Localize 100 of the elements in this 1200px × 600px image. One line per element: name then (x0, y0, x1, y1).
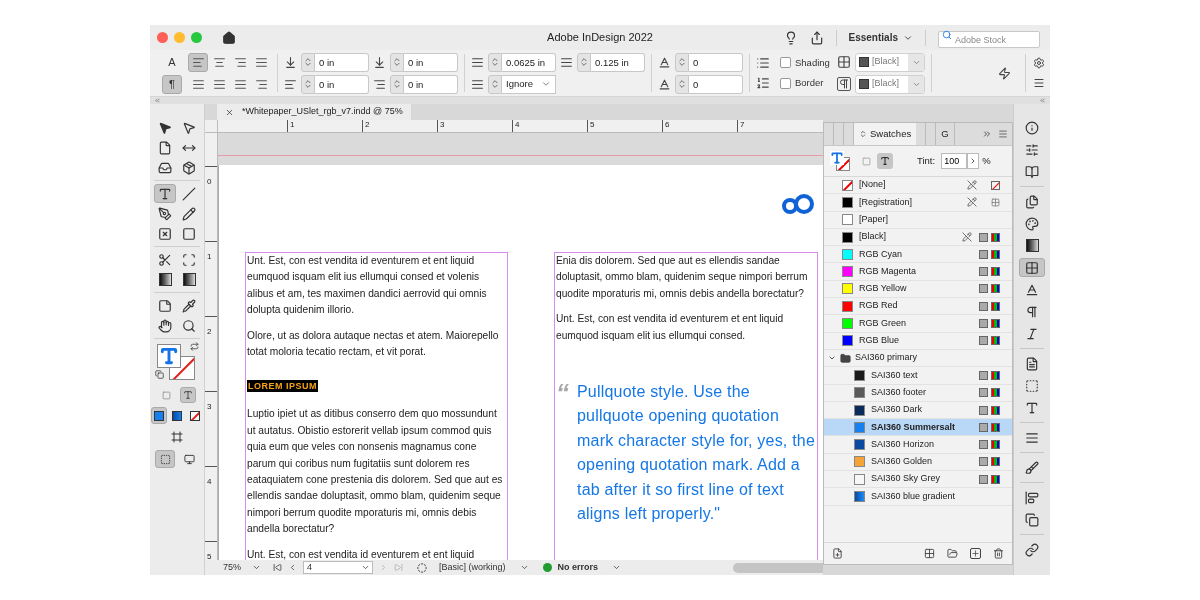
swatch-row[interactable]: SAI360 Golden (824, 453, 1012, 472)
align-button[interactable] (188, 52, 208, 72)
stepper-button[interactable] (488, 74, 502, 94)
swatch-row[interactable]: SAI360 blue gradient (824, 488, 1012, 506)
swatch-row[interactable]: [Black] (824, 228, 1012, 247)
stepper-button[interactable] (488, 52, 502, 72)
none-icon (991, 180, 1000, 190)
body-paragraph: Unt. Est, con est vendita id eventurem et ent liquid eumquod isquam elit ius ellumqui consed et volenis alibus et am, tes maximen dandici aerrovid qui omnis dolupta quidenim illorio. (247, 254, 488, 318)
preflight-icon[interactable] (417, 562, 427, 573)
drop-cap-lines-field[interactable]: 0 (689, 52, 743, 72)
checkbox[interactable] (780, 57, 791, 69)
swatch-row[interactable]: RGB Cyan (824, 246, 1012, 264)
gradient-icon (172, 410, 182, 421)
eyedropper-icon (182, 298, 196, 313)
close-window-button[interactable] (157, 32, 168, 43)
quick-apply-icon[interactable] (998, 66, 1011, 80)
home-icon[interactable] (222, 30, 236, 45)
workspace-dropdown[interactable]: Essentials (848, 30, 913, 45)
swatch-row[interactable]: SAI360 Sky Grey (824, 471, 1012, 489)
mode-toggle[interactable]: A (162, 52, 182, 72)
swatch-row[interactable]: [Registration] (824, 194, 1012, 212)
swatch-row[interactable]: [Paper] (824, 211, 1012, 229)
show-swatches-icon[interactable] (924, 548, 935, 559)
rgb-icon (991, 267, 1000, 277)
stepper-button[interactable] (301, 74, 315, 94)
preflight-profile-dropdown[interactable]: [Basic] (working) (439, 560, 529, 575)
search-field[interactable]: Adobe Stock (938, 31, 1040, 48)
swap-icon[interactable] (190, 342, 199, 351)
type-tool[interactable] (154, 184, 176, 203)
first-page-icon[interactable] (273, 563, 282, 572)
screen-mode-icon (183, 453, 195, 465)
stepper-button[interactable] (390, 52, 404, 72)
swatch-row[interactable]: SAI360 footer (824, 384, 1012, 402)
stepper-button[interactable] (675, 52, 689, 72)
none-icon (190, 410, 200, 421)
swatch-row[interactable]: SAI360 Summersalt (824, 419, 1012, 437)
default-colors-icon[interactable] (155, 370, 164, 379)
swatch-row[interactable]: [None] (824, 177, 1012, 195)
swatch-row[interactable]: SAI360 text (824, 367, 1012, 385)
previous-page-icon[interactable] (288, 563, 297, 572)
frame-icon[interactable] (171, 431, 183, 443)
page-dropdown[interactable]: 4 (303, 561, 373, 574)
color-dropdown[interactable]: [Black] (855, 74, 925, 94)
bullet-list-icon[interactable] (756, 56, 770, 70)
more-tabs-icon[interactable] (982, 129, 992, 139)
logo-icon (781, 194, 815, 214)
checkbox[interactable] (780, 77, 791, 89)
space-after-field[interactable]: 0.125 in (591, 52, 645, 72)
stepper-button[interactable] (301, 52, 315, 72)
mode-toggle[interactable]: ¶ (162, 74, 182, 94)
brush-icon (1025, 460, 1039, 475)
free-transform-icon (182, 252, 196, 267)
swatch-row[interactable]: RGB Green (824, 315, 1012, 333)
share-icon[interactable] (809, 30, 824, 45)
last-line-indent-field[interactable]: 0 in (404, 74, 458, 94)
document-tab[interactable]: *Whitepaper_USlet_rgb_v7.indd @ 75% (217, 104, 411, 120)
swatch-row[interactable]: RGB Magenta (824, 263, 1012, 281)
text-formatting-button[interactable] (180, 387, 196, 403)
swatch-group-row[interactable]: SAI360 primary (824, 349, 1012, 368)
close-icon[interactable] (225, 107, 234, 117)
collapse-icon (859, 130, 867, 138)
rgb-icon (991, 388, 1000, 398)
view-mode-icon (159, 453, 171, 465)
tint-field[interactable]: 100 (941, 153, 968, 169)
gradient-feather-icon (182, 273, 196, 286)
swatch-row[interactable]: RGB Blue (824, 332, 1012, 350)
settings-icon[interactable] (1033, 57, 1045, 69)
scrollbar-thumb[interactable] (733, 562, 823, 573)
import-icon[interactable] (832, 548, 843, 559)
numbered-list-icon[interactable] (756, 76, 770, 90)
new-swatch-icon[interactable] (970, 548, 981, 559)
swatch-row[interactable]: SAI360 Horizon (824, 436, 1012, 454)
swatch-row[interactable]: RGB Red (824, 298, 1012, 316)
zoom-dropdown-icon[interactable] (252, 563, 261, 572)
pencil-icon (182, 206, 196, 221)
apply-color-button[interactable] (151, 407, 167, 424)
option-label: Border (795, 76, 825, 90)
stepper-button[interactable] (675, 74, 689, 94)
delete-icon[interactable] (993, 548, 1004, 559)
new-group-icon[interactable] (947, 548, 958, 559)
panel-tab[interactable]: Swatches (854, 123, 917, 145)
preflight-status-dropdown[interactable]: No errors (557, 560, 622, 575)
grid-align-dropdown[interactable]: Ignore (502, 74, 556, 94)
right-indent-field[interactable]: 0 in (404, 52, 458, 72)
color-dropdown[interactable]: [Black] (855, 52, 925, 72)
panel-tab[interactable]: G (936, 123, 955, 145)
page-icon (158, 140, 172, 155)
left-indent-field[interactable]: 0 in (315, 52, 369, 72)
stepper-button[interactable] (390, 74, 404, 94)
swatches-panel-button[interactable] (1019, 258, 1045, 277)
links-icon (1025, 542, 1039, 557)
text-formatting-button[interactable] (877, 153, 893, 169)
drop-cap-chars-field[interactable]: 0 (689, 74, 743, 94)
menu-icon[interactable] (1033, 77, 1045, 89)
stepper-button[interactable] (577, 52, 591, 72)
rgb-icon (991, 319, 1000, 328)
normal-view-button[interactable] (155, 450, 175, 468)
space-before-field[interactable]: 0.0625 in (502, 52, 556, 72)
first-line-indent-field[interactable]: 0 in (315, 74, 369, 94)
swatch-row[interactable]: RGB Yellow (824, 280, 1012, 299)
